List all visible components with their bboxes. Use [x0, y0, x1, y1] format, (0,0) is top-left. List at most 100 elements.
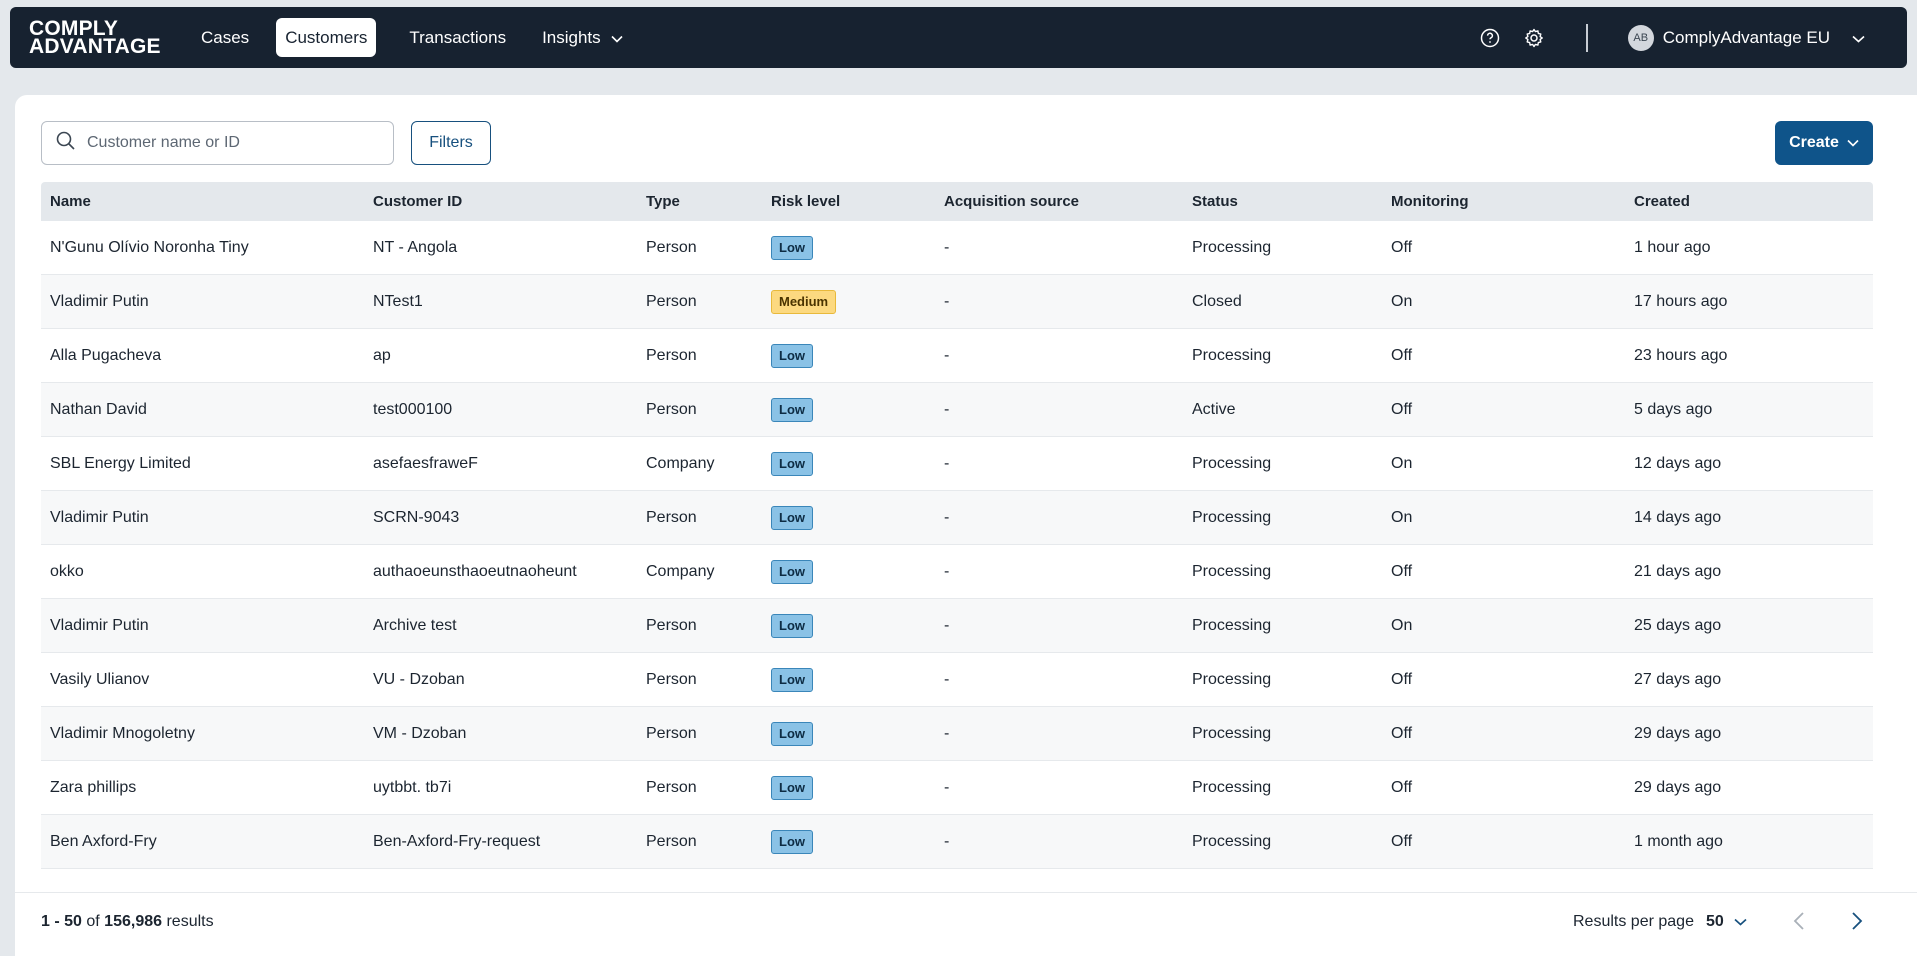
nav-transactions-label: Transactions	[409, 27, 507, 47]
cell-name: N'Gunu Olívio Noronha Tiny	[50, 238, 249, 256]
cell-risk-level: Low	[762, 829, 935, 854]
cell-type: Person	[646, 238, 697, 256]
chevron-down-icon	[1852, 28, 1865, 48]
risk-badge: Low	[771, 829, 813, 854]
table-row[interactable]: Ben Axford-Fry Ben-Axford-Fry-request Pers…	[41, 815, 1873, 869]
table-row[interactable]: N'Gunu Olívio Noronha Tiny NT - Angola Per…	[41, 221, 1873, 275]
cell-acquisition-source: -	[944, 292, 950, 310]
cell-acquisition-source: -	[944, 562, 950, 580]
cell-customer-id: VU - Dzoban	[373, 670, 465, 688]
customers-panel: Filters Create Name Customer ID Type Ris…	[15, 95, 1917, 956]
column-header-risk-level[interactable]: Risk level	[762, 193, 935, 210]
cell-acquisition-source: -	[944, 832, 950, 850]
cell-type: Person	[646, 292, 697, 310]
cell-monitoring: Off	[1391, 724, 1413, 742]
cell-risk-level: Low	[762, 721, 935, 746]
table-row[interactable]: Vasily Ulianov VU - Dzoban Person Low - Proce…	[41, 653, 1873, 707]
table-row[interactable]: Vladimir Putin NTest1 Person Medium - Closed O…	[41, 275, 1873, 329]
column-header-monitoring[interactable]: Monitoring	[1382, 193, 1625, 210]
results-per-page[interactable]: Results per page 50	[1573, 913, 1747, 931]
cell-customer-id: VM - Dzoban	[373, 724, 467, 742]
filters-button[interactable]: Filters	[411, 121, 491, 165]
table-row[interactable]: Zara phillips uytbbt. tb7i Person Low - Proce…	[41, 761, 1873, 815]
cell-status: Processing	[1192, 670, 1272, 688]
cell-type: Person	[646, 778, 697, 796]
cell-acquisition-source: -	[944, 616, 950, 634]
cell-customer-id: asefaesfraweF	[373, 454, 478, 472]
nav-divider	[1585, 23, 1588, 52]
nav-customers[interactable]: Customers	[276, 18, 377, 57]
create-button[interactable]: Create	[1775, 121, 1873, 165]
nav-transactions[interactable]: Transactions	[400, 18, 515, 57]
cell-acquisition-source: -	[944, 346, 950, 364]
table-row[interactable]: SBL Energy Limited asefaesfraweF Company Lo…	[41, 437, 1873, 491]
cell-customer-id: test000100	[373, 400, 453, 418]
nav-customers-label: Customers	[285, 27, 368, 47]
logo-line2: ADVANTAGE	[29, 34, 161, 58]
column-header-status[interactable]: Status	[1183, 193, 1382, 210]
gear-icon[interactable]	[1522, 26, 1546, 50]
table-row[interactable]: Vladimir Putin Archive test Person Low - Proc…	[41, 599, 1873, 653]
cell-name: SBL Energy Limited	[50, 454, 191, 472]
logo[interactable]: COMPLY ADVANTAGE	[29, 18, 179, 58]
results-range: 1 - 50	[41, 913, 82, 930]
table-row[interactable]: Vladimir Putin SCRN-9043 Person Low - Process…	[41, 491, 1873, 545]
cell-name: Zara phillips	[50, 778, 137, 796]
cell-risk-level: Low	[762, 505, 935, 530]
risk-badge: Low	[771, 613, 813, 638]
search-box[interactable]	[41, 121, 394, 165]
nav-insights-label: Insights	[542, 27, 601, 47]
cell-type: Person	[646, 832, 697, 850]
table-row[interactable]: Alla Pugacheva ap Person Low - Processing Off 2…	[41, 329, 1873, 383]
account-menu[interactable]: AB ComplyAdvantage EU	[1627, 24, 1865, 51]
cell-created: 5 days ago	[1634, 400, 1713, 418]
cell-customer-id: SCRN-9043	[373, 508, 460, 526]
nav-cases[interactable]: Cases	[192, 18, 258, 57]
next-page-button[interactable]	[1851, 911, 1863, 936]
results-summary: 1 - 50 of 156,986 results	[41, 913, 214, 931]
cell-name: Alla Pugacheva	[50, 346, 162, 364]
cell-type: Company	[646, 562, 715, 580]
chevron-left-icon	[1793, 911, 1805, 936]
cell-risk-level: Low	[762, 343, 935, 368]
column-header-customer-id[interactable]: Customer ID	[364, 193, 637, 210]
help-icon[interactable]	[1478, 26, 1502, 50]
table-body: N'Gunu Olívio Noronha Tiny NT - Angola Per…	[41, 221, 1873, 869]
cell-customer-id: ap	[373, 346, 391, 364]
search-input[interactable]	[87, 134, 357, 152]
results-total: 156,986	[104, 913, 163, 930]
column-header-type[interactable]: Type	[637, 193, 762, 210]
column-header-acquisition-source[interactable]: Acquisition source	[935, 193, 1183, 210]
cell-status: Processing	[1192, 454, 1272, 472]
cell-monitoring: Off	[1391, 562, 1413, 580]
column-header-created[interactable]: Created	[1625, 193, 1873, 210]
cell-name: Vasily Ulianov	[50, 670, 150, 688]
cell-status: Active	[1192, 400, 1236, 418]
table-row[interactable]: Vladimir Mnogoletny VM - Dzoban Person Low -…	[41, 707, 1873, 761]
cell-type: Person	[646, 508, 697, 526]
previous-page-button[interactable]	[1793, 911, 1805, 936]
cell-monitoring: Off	[1391, 346, 1413, 364]
per-page-label: Results per page	[1573, 913, 1694, 930]
cell-monitoring: On	[1391, 454, 1413, 472]
cell-monitoring: Off	[1391, 238, 1413, 256]
per-page-value: 50	[1705, 913, 1724, 930]
cell-status: Processing	[1192, 238, 1272, 256]
chevron-down-icon	[1847, 134, 1859, 152]
cell-type: Person	[646, 346, 697, 364]
column-header-name[interactable]: Name	[41, 193, 364, 210]
cell-type: Person	[646, 724, 697, 742]
chevron-down-icon	[611, 28, 623, 48]
table-row[interactable]: Nathan David test000100 Person Low - Active Of…	[41, 383, 1873, 437]
cell-created: 27 days ago	[1634, 670, 1722, 688]
risk-badge: Low	[771, 235, 813, 260]
nav-insights[interactable]: Insights	[533, 18, 632, 57]
cell-risk-level: Low	[762, 235, 935, 260]
account-name: ComplyAdvantage EU	[1662, 27, 1830, 47]
risk-badge: Medium	[771, 289, 837, 314]
top-navbar: COMPLY ADVANTAGE Cases Customers Transac…	[10, 7, 1907, 68]
cell-customer-id: NTest1	[373, 292, 423, 310]
table-row[interactable]: okko authaoeunsthaoeutnaoheunt Company Low -…	[41, 545, 1873, 599]
cell-customer-id: Ben-Axford-Fry-request	[373, 832, 541, 850]
cell-created: 29 days ago	[1634, 778, 1722, 796]
